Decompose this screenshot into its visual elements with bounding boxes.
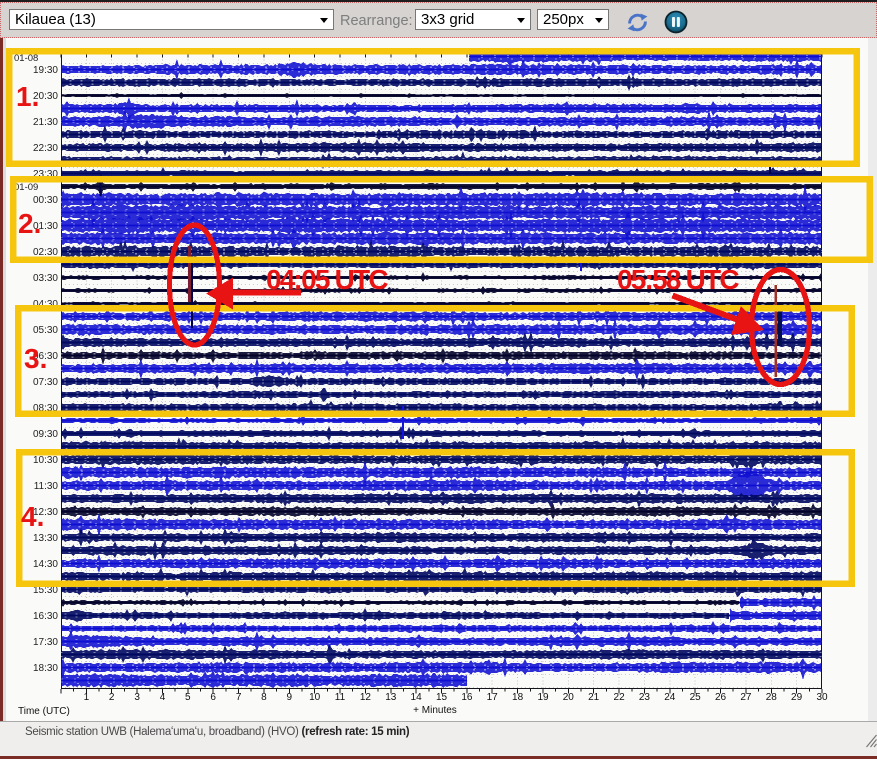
svg-text:12: 12 [360, 692, 372, 703]
svg-text:27: 27 [740, 692, 752, 703]
svg-text:Time (UTC): Time (UTC) [18, 706, 70, 717]
svg-text:05:30: 05:30 [33, 325, 58, 336]
svg-text:19: 19 [537, 692, 549, 703]
svg-text:22: 22 [614, 692, 626, 703]
svg-text:11:30: 11:30 [34, 481, 59, 492]
svg-text:16: 16 [461, 692, 473, 703]
svg-text:18: 18 [512, 692, 524, 703]
svg-text:13:30: 13:30 [33, 533, 58, 544]
svg-text:21:30: 21:30 [33, 117, 58, 128]
svg-text:29: 29 [791, 692, 803, 703]
svg-text:00:30: 00:30 [33, 195, 58, 206]
svg-text:8: 8 [261, 692, 267, 703]
svg-text:01-09: 01-09 [14, 182, 38, 193]
svg-text:23: 23 [639, 692, 651, 703]
svg-text:14: 14 [411, 692, 423, 703]
svg-text:10:30: 10:30 [33, 455, 58, 466]
svg-text:03:30: 03:30 [33, 273, 58, 284]
svg-text:15: 15 [436, 692, 448, 703]
svg-text:13: 13 [385, 692, 397, 703]
svg-text:18:30: 18:30 [33, 663, 58, 674]
svg-text:17:30: 17:30 [33, 637, 58, 648]
svg-text:3: 3 [134, 692, 140, 703]
svg-text:07:30: 07:30 [33, 377, 58, 388]
svg-text:05:58 UTC: 05:58 UTC [617, 264, 739, 295]
svg-text:10: 10 [309, 692, 321, 703]
svg-text:02:30: 02:30 [33, 247, 58, 258]
svg-text:16:30: 16:30 [33, 611, 58, 622]
svg-text:6: 6 [210, 692, 216, 703]
svg-text:4: 4 [160, 692, 166, 703]
svg-text:1: 1 [84, 692, 90, 703]
svg-text:7: 7 [236, 692, 242, 703]
svg-text:1.: 1. [16, 81, 39, 112]
svg-text:+ Minutes: + Minutes [413, 705, 457, 716]
svg-text:9: 9 [287, 692, 293, 703]
svg-text:3.: 3. [24, 343, 47, 374]
svg-text:20: 20 [563, 692, 575, 703]
svg-text:4.: 4. [21, 501, 44, 532]
svg-text:19:30: 19:30 [33, 65, 58, 76]
svg-text:22:30: 22:30 [33, 143, 58, 154]
svg-text:2.: 2. [18, 208, 41, 239]
svg-text:30: 30 [816, 692, 828, 703]
svg-text:21: 21 [588, 692, 600, 703]
svg-text:24: 24 [664, 692, 676, 703]
svg-text:25: 25 [690, 692, 702, 703]
svg-text:14:30: 14:30 [33, 559, 58, 570]
svg-text:26: 26 [715, 692, 727, 703]
svg-text:5: 5 [185, 692, 191, 703]
svg-text:11: 11 [335, 692, 346, 703]
svg-text:17: 17 [487, 692, 499, 703]
svg-text:2: 2 [109, 692, 115, 703]
svg-text:01-08: 01-08 [14, 53, 38, 64]
svg-text:28: 28 [766, 692, 778, 703]
svg-text:09:30: 09:30 [33, 429, 58, 440]
